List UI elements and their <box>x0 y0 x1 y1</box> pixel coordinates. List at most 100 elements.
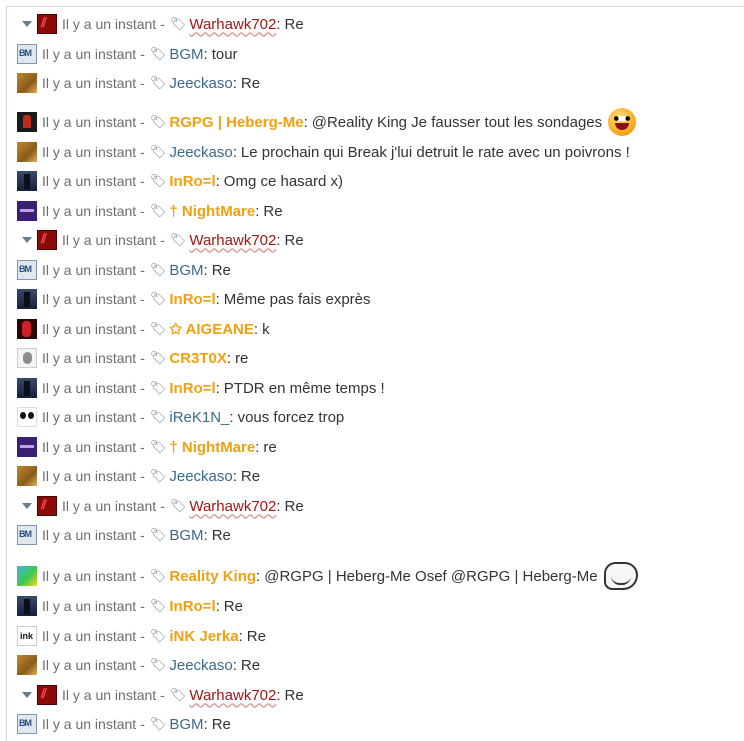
username[interactable]: Jeeckaso <box>169 657 232 674</box>
colon: : <box>203 45 208 63</box>
tag-icon: 🏷 <box>149 598 167 613</box>
username[interactable]: CR3T0X <box>169 350 227 367</box>
bgm-avatar[interactable] <box>17 260 37 280</box>
message-text: Re <box>246 627 266 645</box>
message-row: Il y a un instant - 🏷 BGM : Re <box>7 711 231 737</box>
bgm-avatar[interactable] <box>17 714 37 734</box>
username[interactable]: Warhawk702 <box>189 687 276 704</box>
username[interactable]: InRo=l <box>169 380 215 397</box>
username[interactable]: Jeeckaso <box>169 75 232 92</box>
username[interactable]: InRo=l <box>169 598 215 615</box>
jeeckaso-avatar[interactable] <box>17 655 37 675</box>
collapse-arrow-icon[interactable] <box>22 21 32 27</box>
message-text: Re <box>240 74 261 92</box>
username[interactable]: RGPG | Heberg-Me <box>169 114 303 131</box>
username[interactable]: Warhawk702 <box>189 16 276 33</box>
inro-avatar[interactable] <box>17 171 37 191</box>
collapse-arrow-icon[interactable] <box>22 692 32 698</box>
tag-icon: 🏷 <box>149 409 167 424</box>
message-row: Il y a un instant - 🏷 iNK Jerka : Re <box>7 623 266 649</box>
separator: - <box>140 657 145 673</box>
timestamp: Il y a un instant <box>42 380 137 396</box>
warhawk-avatar[interactable] <box>37 496 57 516</box>
message-text: Le prochain qui Break j'lui detruit le r… <box>240 143 630 161</box>
username[interactable]: iReK1N_ <box>169 409 229 426</box>
warhawk-avatar[interactable] <box>37 685 57 705</box>
message-text: Re <box>263 202 283 220</box>
username[interactable]: BGM <box>169 716 203 733</box>
username[interactable]: Jeeckaso <box>169 144 232 161</box>
separator: - <box>140 173 145 189</box>
ink-jerka-avatar[interactable] <box>17 626 37 646</box>
username[interactable]: InRo=l <box>169 291 215 308</box>
bgm-avatar[interactable] <box>17 44 37 64</box>
inro-avatar[interactable] <box>17 596 37 616</box>
timestamp: Il y a un instant <box>42 173 137 189</box>
username[interactable]: Reality King <box>169 568 256 585</box>
jeeckaso-avatar[interactable] <box>17 73 37 93</box>
separator: - <box>140 716 145 732</box>
irekin-avatar[interactable] <box>17 407 37 427</box>
message-text: Re <box>240 656 261 674</box>
timestamp: Il y a un instant <box>42 114 137 130</box>
message-text: vous forcez trop <box>237 408 345 426</box>
colon: : <box>276 497 281 515</box>
username[interactable]: † NightMare <box>169 439 255 456</box>
separator: - <box>160 687 165 703</box>
username[interactable]: Jeeckaso <box>169 468 232 485</box>
separator: - <box>140 409 145 425</box>
username[interactable]: † NightMare <box>169 203 255 220</box>
nightmare-avatar[interactable] <box>17 201 37 221</box>
message-row: Il y a un instant - 🏷 Jeeckaso : Re <box>7 70 260 96</box>
timestamp: Il y a un instant <box>42 628 137 644</box>
warhawk-avatar[interactable] <box>37 230 57 250</box>
colon: : <box>253 320 259 338</box>
separator: - <box>140 439 145 455</box>
collapse-arrow-icon[interactable] <box>22 237 32 243</box>
colon: : <box>255 438 260 456</box>
jeeckaso-avatar[interactable] <box>17 142 37 162</box>
username[interactable]: BGM <box>169 262 203 279</box>
separator: - <box>160 16 165 32</box>
timestamp: Il y a un instant <box>42 568 137 584</box>
username[interactable]: BGM <box>169 527 203 544</box>
separator: - <box>140 291 145 307</box>
separator: - <box>140 262 145 278</box>
timestamp: Il y a un instant <box>42 598 137 614</box>
username[interactable]: Warhawk702 <box>189 498 276 515</box>
tag-icon: 🏷 <box>149 75 167 90</box>
message-text: tour <box>211 45 238 63</box>
chat-log: Il y a un instant - 🏷 Warhawk702 : Re Il… <box>6 6 744 741</box>
tag-icon: 🏷 <box>149 657 167 672</box>
message-text: @Reality King Je fausser tout les sondag… <box>311 113 603 131</box>
username[interactable]: InRo=l <box>169 173 215 190</box>
timestamp: Il y a un instant <box>42 262 137 278</box>
aigeane-avatar[interactable] <box>17 319 37 339</box>
username[interactable]: BGM <box>169 46 203 63</box>
collapse-arrow-icon[interactable] <box>22 503 32 509</box>
cr3t0x-avatar[interactable] <box>17 348 37 368</box>
message-text: PTDR en même temps ! <box>223 379 385 397</box>
timestamp: Il y a un instant <box>62 232 157 248</box>
inro-avatar[interactable] <box>17 289 37 309</box>
message-row: Il y a un instant - 🏷 Warhawk702 : Re <box>7 493 304 519</box>
jeeckaso-avatar[interactable] <box>17 466 37 486</box>
tag-icon: 🏷 <box>169 498 187 513</box>
nightmare-avatar[interactable] <box>17 437 37 457</box>
separator: - <box>140 628 145 644</box>
username[interactable]: iNK Jerka <box>169 628 238 645</box>
message-text: re <box>263 438 277 456</box>
colon: : <box>203 261 208 279</box>
rgpg-avatar[interactable] <box>17 112 37 132</box>
bgm-avatar[interactable] <box>17 525 37 545</box>
username[interactable]: ✩ AIGEANE <box>169 320 254 338</box>
colon: : <box>232 656 237 674</box>
warhawk-avatar[interactable] <box>37 14 57 34</box>
message-row: Il y a un instant - 🏷 ✩ AIGEANE : k <box>7 316 270 342</box>
reality-king-avatar[interactable] <box>17 566 37 586</box>
tag-icon: 🏷 <box>149 716 167 731</box>
separator: - <box>160 232 165 248</box>
username[interactable]: Warhawk702 <box>189 232 276 249</box>
inro-avatar[interactable] <box>17 378 37 398</box>
tag-icon: 🏷 <box>149 203 167 218</box>
